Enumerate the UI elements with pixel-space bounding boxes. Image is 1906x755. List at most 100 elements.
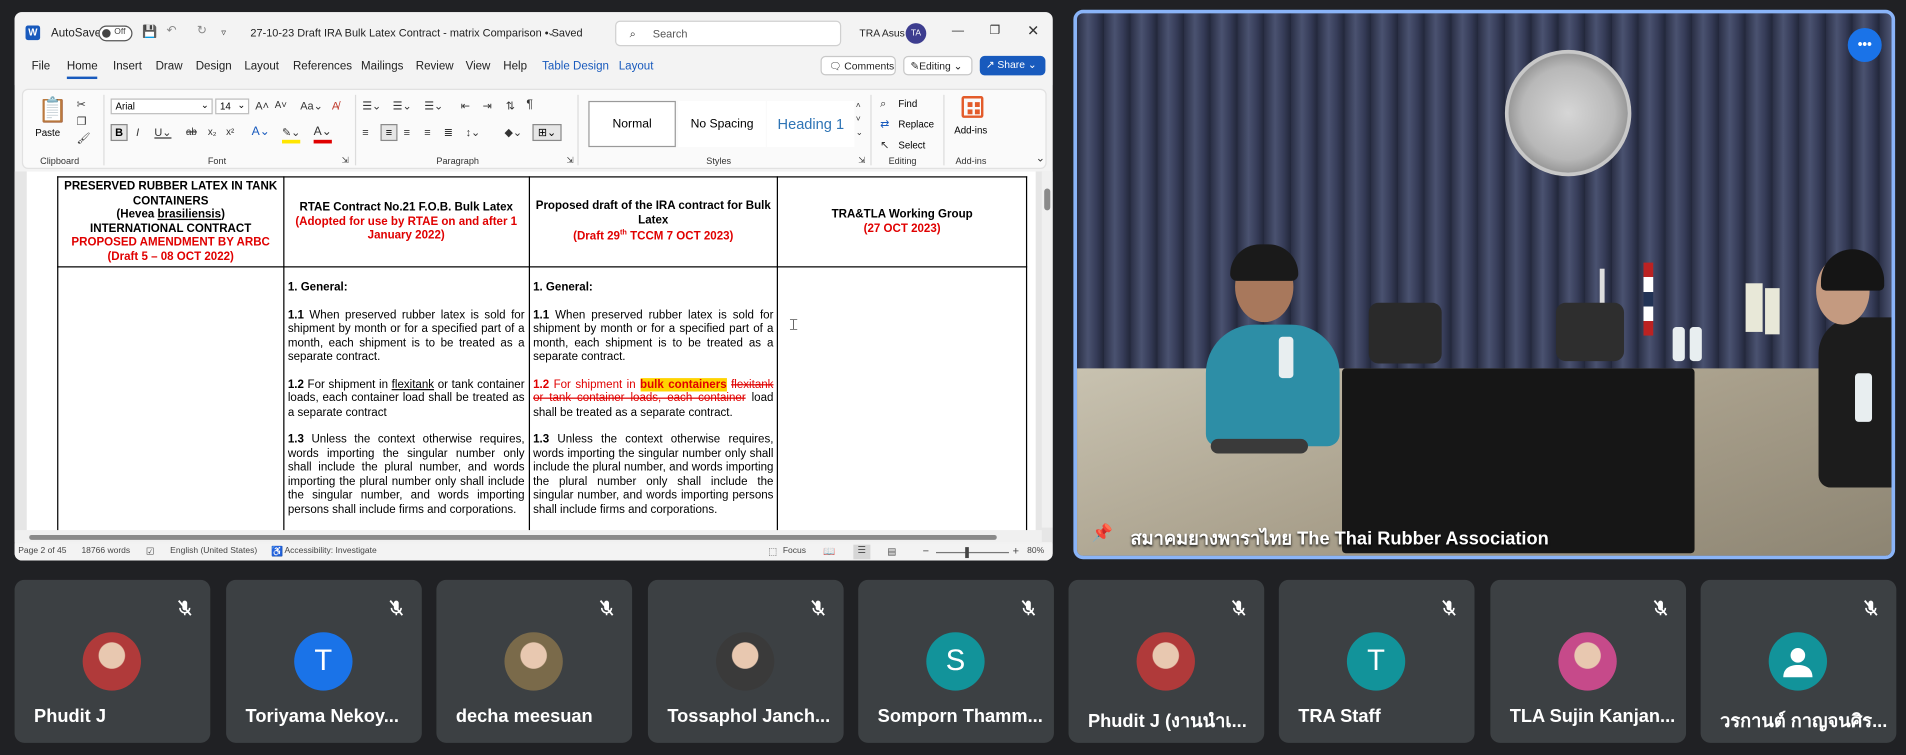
accessibility-status[interactable]: Accessibility: Investigate: [284, 547, 376, 556]
zoom-in-icon[interactable]: +: [1013, 545, 1019, 557]
participant-tile[interactable]: Phudit J: [14, 579, 211, 743]
tab-file[interactable]: File: [32, 60, 51, 73]
multilevel-list-icon[interactable]: ☰⌄: [424, 98, 443, 113]
justify-icon[interactable]: ≡: [424, 125, 430, 140]
clear-formatting-icon[interactable]: A̸: [332, 98, 339, 113]
col2-body[interactable]: 1. General: 1.1 When preserved rubber la…: [282, 266, 530, 538]
col2-header[interactable]: RTAE Contract No.21 F.O.B. Bulk Latex (A…: [282, 176, 530, 268]
save-icon[interactable]: 💾: [142, 26, 157, 41]
participant-tile[interactable]: decha meesuan: [436, 579, 633, 743]
align-center-button[interactable]: ≡: [380, 124, 398, 142]
tab-table-layout[interactable]: Layout: [619, 60, 654, 73]
tab-design[interactable]: Design: [196, 60, 232, 73]
minimize-icon[interactable]: —: [952, 24, 964, 39]
title-dropdown-icon[interactable]: ⌄: [547, 26, 555, 41]
comparison-table[interactable]: PRESERVED RUBBER LATEX IN TANK CONTAINER…: [57, 176, 1028, 538]
main-video-tile[interactable]: ••• 📌 สมาคมยางพาราไทย The Thai Rubber As…: [1073, 9, 1896, 560]
shrink-font-icon[interactable]: A˅: [275, 98, 287, 113]
page-count[interactable]: Page 2 of 45: [18, 547, 66, 556]
tab-references[interactable]: References: [293, 60, 352, 73]
paste-label[interactable]: Paste: [35, 128, 60, 139]
document-title[interactable]: 27-10-23 Draft IRA Bulk Latex Contract -…: [250, 27, 582, 39]
add-ins-button[interactable]: Add-ins: [954, 125, 987, 136]
user-avatar[interactable]: TA: [905, 23, 927, 44]
redo-icon[interactable]: ↻: [197, 24, 207, 39]
participant-tile[interactable]: T Toriyama Nekoy...: [226, 579, 422, 743]
decrease-indent-icon[interactable]: ⇤: [461, 98, 470, 113]
borders-button[interactable]: ⊞⌄: [532, 124, 562, 142]
comments-button[interactable]: 🗨 Comments: [820, 55, 896, 76]
align-left-icon[interactable]: ≡: [362, 125, 368, 140]
numbering-icon[interactable]: ☰⌄: [393, 98, 412, 113]
add-ins-icon[interactable]: [961, 96, 984, 118]
subscript-icon[interactable]: x₂: [208, 125, 217, 140]
document-page[interactable]: PRESERVED RUBBER LATEX IN TANK CONTAINER…: [26, 171, 1036, 543]
word-count[interactable]: 18766 words: [81, 547, 130, 556]
replace-icon[interactable]: ⇄: [880, 117, 889, 132]
styles-scroll-icon[interactable]: ˄ ˅ ⌄: [856, 100, 863, 140]
italic-icon[interactable]: I: [136, 125, 139, 140]
tab-review[interactable]: Review: [416, 60, 454, 73]
tab-draw[interactable]: Draw: [156, 60, 183, 73]
participant-tile[interactable]: TLA Sujin Kanjan...: [1490, 579, 1687, 743]
zoom-level[interactable]: 80%: [1027, 547, 1044, 556]
format-painter-icon[interactable]: 🖌: [77, 131, 91, 146]
print-layout-icon[interactable]: ☰: [853, 544, 871, 560]
proofing-icon[interactable]: ☑: [146, 546, 155, 557]
distributed-icon[interactable]: ≣: [444, 125, 453, 140]
tab-view[interactable]: View: [466, 60, 491, 73]
tab-home[interactable]: Home: [66, 60, 99, 80]
replace-button[interactable]: Replace: [898, 119, 934, 130]
customize-toolbar-icon[interactable]: ▿: [221, 26, 226, 41]
search-box[interactable]: ⌕ Search: [615, 20, 842, 47]
web-layout-icon[interactable]: ▤: [887, 546, 896, 557]
bold-button[interactable]: B: [110, 124, 128, 142]
select-icon[interactable]: ↖: [880, 137, 889, 152]
col1-header[interactable]: PRESERVED RUBBER LATEX IN TANK CONTAINER…: [57, 176, 285, 268]
zoom-out-icon[interactable]: −: [923, 545, 929, 557]
tab-mailings[interactable]: Mailings: [361, 60, 403, 73]
participant-tile[interactable]: T TRA Staff: [1278, 579, 1475, 743]
col3-body[interactable]: 1. General: 1.1 When preserved rubber la…: [528, 266, 779, 538]
cut-icon[interactable]: ✂: [77, 97, 86, 112]
line-spacing-icon[interactable]: ↕⌄: [466, 125, 481, 140]
sort-icon[interactable]: ⇅: [506, 98, 515, 113]
font-size-select[interactable]: 14 ⌄: [215, 98, 250, 115]
underline-icon[interactable]: U⌄: [154, 125, 171, 140]
select-button[interactable]: Select: [898, 140, 925, 151]
style-heading-1[interactable]: Heading 1: [767, 100, 855, 148]
superscript-icon[interactable]: x²: [226, 125, 234, 140]
find-button[interactable]: Find: [898, 98, 917, 109]
tab-help[interactable]: Help: [503, 60, 527, 73]
restore-icon[interactable]: ❐: [989, 24, 1000, 39]
tab-layout[interactable]: Layout: [244, 60, 279, 73]
font-color-icon[interactable]: A⌄: [313, 125, 332, 144]
col4-body[interactable]: ⌶: [777, 266, 1028, 538]
shading-icon[interactable]: ◆⌄: [504, 125, 522, 140]
grow-font-icon[interactable]: A˄: [255, 98, 269, 113]
increase-indent-icon[interactable]: ⇥: [483, 98, 492, 113]
font-name-select[interactable]: Arial ⌄: [110, 98, 213, 115]
vertical-scrollbar[interactable]: [1041, 171, 1053, 528]
bullets-icon[interactable]: ☰⌄: [362, 98, 381, 113]
align-right-icon[interactable]: ≡: [404, 125, 410, 140]
editing-mode-button[interactable]: ✎Editing ⌄: [903, 55, 973, 76]
col4-header[interactable]: TRA&TLA Working Group (27 OCT 2023): [777, 176, 1028, 268]
styles-dialog-icon[interactable]: ⇲: [858, 154, 865, 169]
participant-tile[interactable]: Phudit J (งานนำเ...: [1068, 579, 1265, 743]
change-case-icon[interactable]: Aa⌄: [300, 98, 323, 113]
pin-icon[interactable]: 📌: [1092, 523, 1113, 544]
col3-header[interactable]: Proposed draft of the IRA contract for B…: [528, 176, 779, 268]
participant-tile[interactable]: Tossaphol Janch...: [647, 579, 844, 743]
col1-body[interactable]: [57, 266, 285, 538]
strikethrough-icon[interactable]: ab: [186, 125, 197, 140]
find-icon[interactable]: ⌕: [880, 96, 886, 111]
copy-icon[interactable]: ❐: [77, 114, 87, 129]
tab-insert[interactable]: Insert: [113, 60, 142, 73]
share-button[interactable]: ↗ Share ⌄: [979, 55, 1046, 76]
style-normal[interactable]: Normal: [588, 100, 676, 148]
participant-tile[interactable]: วรกานต์ กาญจนศิร...: [1700, 579, 1897, 743]
zoom-slider[interactable]: [936, 547, 1009, 559]
show-marks-icon[interactable]: ¶: [526, 98, 533, 113]
autosave-toggle[interactable]: Off: [98, 25, 133, 42]
